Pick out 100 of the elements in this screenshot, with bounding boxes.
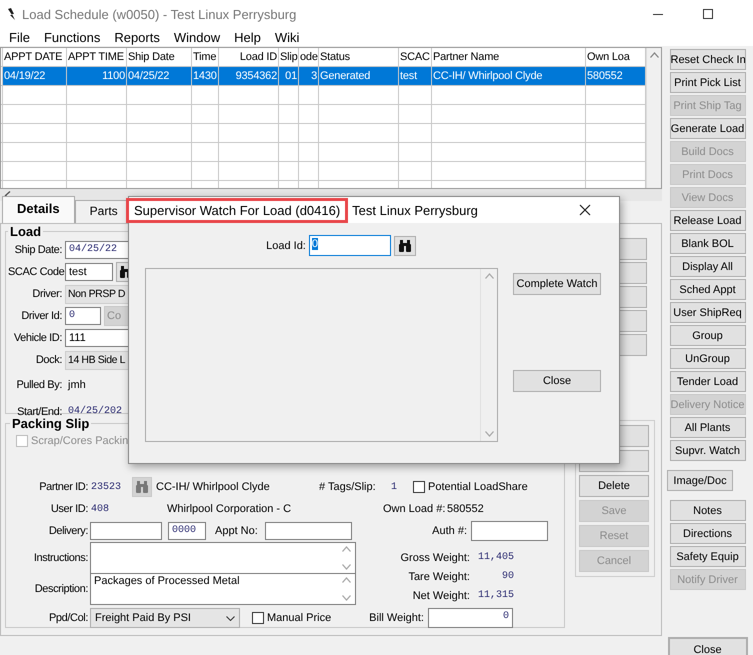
- dialog-button[interactable]: Close: [513, 370, 601, 392]
- side-button[interactable]: Release Load: [670, 210, 746, 231]
- table-cell: 04/19/22: [3, 67, 67, 85]
- side-button[interactable]: Supvr. Watch: [670, 440, 746, 461]
- field-value: 1: [391, 482, 398, 492]
- column-header[interactable]: ode: [299, 48, 319, 66]
- field-label: Description:: [34, 583, 88, 595]
- menu-item[interactable]: Help: [227, 30, 268, 44]
- menu-item[interactable]: Window: [166, 30, 228, 44]
- menu-item[interactable]: File: [2, 30, 37, 44]
- table-cell: Generated: [319, 67, 399, 85]
- side-button[interactable]: Group: [670, 325, 746, 346]
- field-value: 90: [500, 571, 514, 582]
- close-button[interactable]: Close: [668, 637, 748, 655]
- side-button[interactable]: Display All: [670, 256, 746, 277]
- dialog-subtitle: Test Linux Perrysburg: [352, 202, 479, 218]
- input-field[interactable]: 0: [428, 608, 513, 628]
- column-header[interactable]: SCAC: [399, 48, 432, 66]
- column-header[interactable]: Load ID: [219, 48, 279, 66]
- window-title: Load Schedule (w0050) - Test Linux Perrysburg: [22, 6, 298, 22]
- scroll-up-icon[interactable]: [342, 577, 350, 583]
- field-value: jmh: [66, 378, 87, 390]
- field-value: 04/25/202: [67, 406, 124, 417]
- field-label: Bill Weight:: [368, 612, 424, 624]
- table-cell: 1430: [192, 67, 219, 85]
- table-cell: 04/25/22: [127, 67, 192, 85]
- dialog-title: Supervisor Watch For Load (d0416): [126, 198, 348, 222]
- scroll-down-icon[interactable]: [342, 564, 350, 570]
- field-label: # Tags/Slip:: [319, 481, 377, 493]
- side-button[interactable]: Directions: [670, 523, 746, 544]
- scroll-up-icon[interactable]: [342, 546, 350, 552]
- side-button[interactable]: Tender Load: [670, 371, 746, 392]
- group-title: Load: [9, 224, 42, 239]
- column-header[interactable]: Time: [192, 48, 219, 66]
- field-label: Auth #:: [431, 525, 467, 537]
- table-cell: 1100: [67, 67, 127, 85]
- text-area[interactable]: [90, 542, 356, 574]
- side-button[interactable]: UnGroup: [670, 348, 746, 369]
- side-button[interactable]: Generate Load: [670, 118, 746, 139]
- side-button[interactable]: User ShipReq: [670, 302, 746, 323]
- group-title: Packing Slip: [11, 416, 90, 431]
- maximize-icon[interactable]: [703, 9, 713, 19]
- chevron-down-icon: [226, 616, 235, 620]
- column-header[interactable]: Slip: [279, 48, 299, 66]
- field-label: Load Id:: [266, 240, 306, 252]
- binoculars-icon: [398, 240, 412, 252]
- input-field[interactable]: [265, 522, 352, 540]
- field-label: Driver:: [31, 288, 62, 300]
- side-button[interactable]: Safety Equip: [670, 546, 746, 567]
- dropdown[interactable]: Freight Paid By PSI: [90, 608, 240, 628]
- field-value: 580552: [447, 503, 484, 515]
- field-label: Ship Date:: [14, 244, 62, 256]
- lookup-button[interactable]: [394, 236, 416, 256]
- field-value: 23523: [90, 482, 122, 492]
- input-field[interactable]: [471, 521, 548, 541]
- side-button[interactable]: Blank BOL: [670, 233, 746, 254]
- input-field[interactable]: 0: [65, 307, 101, 325]
- checkbox[interactable]: [252, 612, 264, 624]
- side-button[interactable]: Image/Doc: [667, 470, 733, 491]
- table-cell: 3: [299, 67, 319, 85]
- field-label: Instructions:: [32, 552, 88, 564]
- side-button[interactable]: Notes: [670, 500, 746, 521]
- column-header[interactable]: Status: [319, 48, 399, 66]
- field-label: Driver Id:: [20, 310, 62, 322]
- field-label: User ID:: [50, 503, 88, 515]
- form-button[interactable]: Delete: [579, 475, 649, 497]
- input-field[interactable]: [90, 522, 162, 540]
- checkbox-label: Scrap/Cores Packin: [31, 435, 128, 447]
- tab[interactable]: Details: [2, 196, 75, 223]
- field-label: SCAC Code:: [8, 266, 62, 278]
- input-field[interactable]: 0: [308, 235, 391, 256]
- table-row[interactable]: 04/19/22 1100 04/25/22 1430 9354362 01 3 Generated test CC-IH/ Whirlpool Clyde 580552: [1, 67, 646, 86]
- table-cell: 580552: [586, 67, 646, 85]
- side-button[interactable]: All Plants: [670, 417, 746, 438]
- field-label: Partner ID:: [38, 481, 88, 493]
- checkbox[interactable]: [413, 481, 425, 493]
- field-label: Ppd/Col:: [48, 612, 88, 624]
- input-field[interactable]: 0000: [168, 522, 206, 540]
- side-button[interactable]: Print Pick List: [670, 72, 746, 93]
- column-header[interactable]: APPT TIME: [67, 48, 127, 66]
- menu-item[interactable]: Reports: [107, 30, 167, 44]
- side-button[interactable]: Reset Check In: [670, 49, 746, 70]
- field-label: Delivery:: [48, 525, 88, 537]
- dialog-button[interactable]: Complete Watch: [513, 273, 601, 295]
- field-value: 11,315: [476, 590, 514, 601]
- table-cell: CC-IH/ Whirlpool Clyde: [432, 67, 586, 85]
- menu-item[interactable]: Functions: [36, 30, 108, 44]
- scroll-down-icon[interactable]: [342, 595, 350, 601]
- field-value: 11,405: [476, 552, 514, 563]
- field-label: Vehicle ID:: [12, 332, 62, 344]
- table-cell: test: [399, 67, 432, 85]
- menu-item[interactable]: Wiki: [268, 30, 306, 44]
- column-header[interactable]: Ship Date: [127, 48, 192, 66]
- column-header[interactable]: APPT DATE: [3, 48, 67, 66]
- field-label: Gross Weight:: [400, 552, 470, 564]
- text-area[interactable]: Packages of Processed Metal: [90, 573, 356, 605]
- input-field[interactable]: test: [65, 263, 113, 281]
- scroll-up-icon[interactable]: [650, 52, 658, 58]
- side-button[interactable]: Sched Appt: [670, 279, 746, 300]
- column-header[interactable]: Partner Name: [432, 48, 586, 66]
